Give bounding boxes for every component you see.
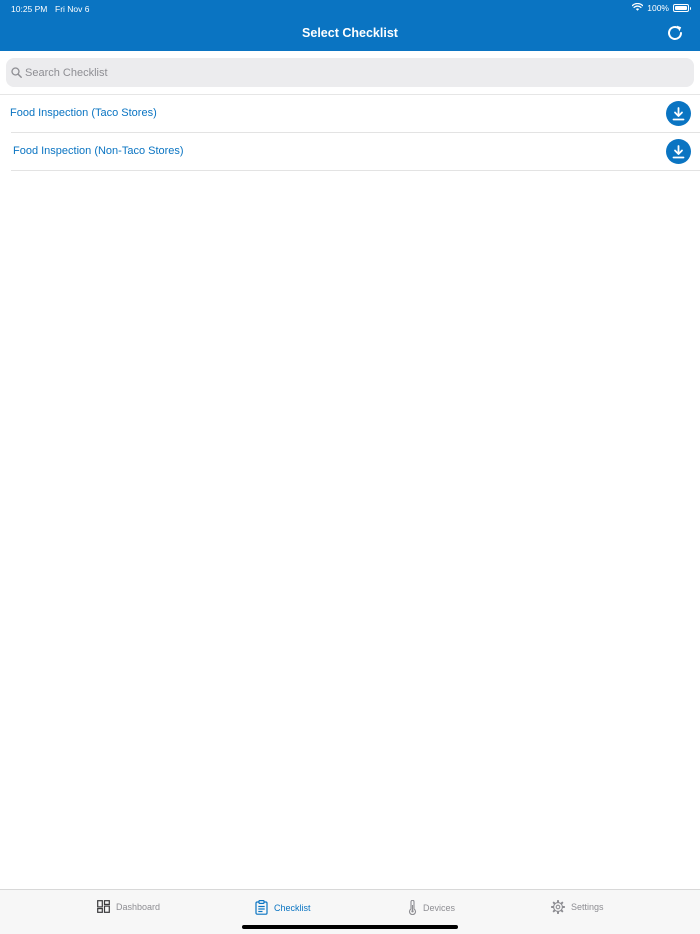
refresh-button[interactable] xyxy=(666,24,684,42)
status-bar: 10:25 PM Fri Nov 6 100% xyxy=(0,0,700,16)
checklist-item-label: Food Inspection (Taco Stores) xyxy=(10,107,157,119)
tab-label: Checklist xyxy=(274,902,311,913)
search-bar xyxy=(6,58,694,87)
tab-label: Devices xyxy=(423,902,456,913)
tab-label: Settings xyxy=(571,902,604,912)
checklist-item-label: Food Inspection (Non-Taco Stores) xyxy=(13,145,184,157)
download-icon xyxy=(672,144,685,158)
header-bar: 10:25 PM Fri Nov 6 100% Select Checklist xyxy=(0,0,700,51)
tab-dashboard[interactable]: Dashboard xyxy=(97,900,160,913)
wifi-icon xyxy=(631,2,644,13)
status-time: 10:25 PM xyxy=(11,4,48,14)
tab-label: Dashboard xyxy=(116,901,161,912)
page-title: Select Checklist xyxy=(302,26,398,40)
list-item[interactable]: Food Inspection (Non-Taco Stores) xyxy=(11,133,700,171)
clipboard-icon xyxy=(255,900,268,915)
search-icon xyxy=(11,67,22,78)
battery-icon xyxy=(673,4,691,12)
tab-checklist[interactable]: Checklist xyxy=(255,900,311,915)
search-input[interactable] xyxy=(25,58,685,87)
tab-devices[interactable]: Devices xyxy=(408,900,455,915)
download-icon xyxy=(672,106,685,120)
thermometer-icon xyxy=(408,900,417,915)
refresh-icon xyxy=(668,25,682,40)
status-date: Fri Nov 6 xyxy=(55,4,90,14)
tab-settings[interactable]: Settings xyxy=(551,900,604,914)
list-item[interactable]: Food Inspection (Taco Stores) xyxy=(10,95,700,133)
dashboard-icon xyxy=(97,900,110,913)
status-indicators: 100% xyxy=(631,2,691,13)
battery-percentage: 100% xyxy=(647,3,669,13)
home-indicator xyxy=(242,925,458,929)
gear-icon xyxy=(551,900,565,914)
download-button[interactable] xyxy=(666,101,691,126)
download-button[interactable] xyxy=(666,139,691,164)
